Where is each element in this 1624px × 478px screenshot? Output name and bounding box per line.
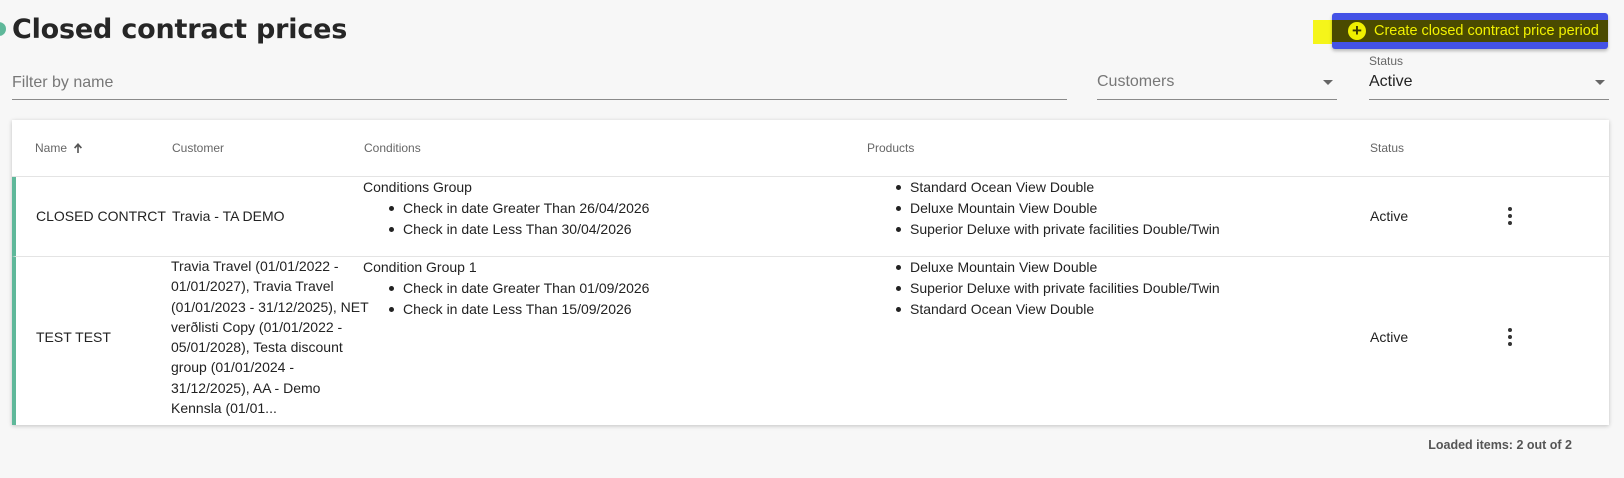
list-item: Deluxe Mountain View Double — [894, 198, 1400, 219]
column-header-conditions[interactable]: Conditions — [364, 141, 421, 155]
customer-line: 01/01/2027), Travia Travel — [171, 278, 334, 295]
column-header-customer[interactable]: Customer — [172, 141, 224, 155]
row-customer: Travia - TA DEMO — [172, 208, 285, 224]
column-header-status[interactable]: Status — [1370, 141, 1404, 155]
list-item: Check in date Greater Than 01/09/2026 — [387, 278, 863, 299]
more-vertical-icon[interactable] — [1498, 204, 1522, 228]
products-list: Deluxe Mountain View Double Superior Del… — [894, 257, 1400, 320]
table-header: Name Customer Conditions Products Status — [12, 120, 1609, 177]
create-closed-contract-price-period-button[interactable]: + Create closed contract price period — [1332, 13, 1608, 49]
column-header-name-label: Name — [35, 141, 68, 155]
condition-group-title: Conditions Group — [363, 179, 472, 195]
list-item: Check in date Less Than 30/04/2026 — [387, 219, 863, 240]
list-item: Superior Deluxe with private facilities … — [894, 278, 1400, 299]
customer-line: Travia Travel (01/01/2022 - — [171, 258, 339, 274]
plus-circle-icon: + — [1348, 22, 1366, 40]
contracts-table: Name Customer Conditions Products Status… — [12, 120, 1609, 425]
status-select-value: Active — [1369, 73, 1413, 90]
more-vertical-icon[interactable] — [1498, 325, 1522, 349]
list-item: Check in date Less Than 15/09/2026 — [387, 299, 863, 320]
condition-group-title: Condition Group 1 — [363, 259, 477, 275]
customers-select[interactable]: Customers — [1097, 62, 1337, 100]
customer-line: group (01/01/2024 - — [171, 359, 294, 376]
list-item: Deluxe Mountain View Double — [894, 257, 1400, 278]
status-select[interactable]: Active — [1369, 62, 1609, 100]
row-customer: Travia Travel (01/01/2022 - 01/01/2027),… — [171, 256, 371, 418]
row-status: Active — [1370, 208, 1409, 224]
customer-line: 05/01/2028), Testa discount — [171, 339, 343, 356]
table-row[interactable]: CLOSED CONTRCT Travia - TA DEMO Conditio… — [12, 177, 1609, 257]
filter-by-name-field — [12, 62, 1067, 100]
customer-line: (01/01/2023 - 31/12/2025), NET — [171, 298, 369, 315]
column-header-products[interactable]: Products — [867, 141, 914, 155]
arrow-up-icon — [74, 143, 83, 153]
row-status: Active — [1370, 329, 1409, 345]
customer-line: Kennsla (01/01... — [171, 400, 277, 417]
conditions-list: Check in date Greater Than 26/04/2026 Ch… — [387, 198, 863, 240]
list-item: Standard Ocean View Double — [894, 299, 1400, 320]
conditions-list: Check in date Greater Than 01/09/2026 Ch… — [387, 278, 863, 320]
customer-line: 31/12/2025), AA - Demo — [171, 379, 321, 396]
row-conditions: Condition Group 1 Check in date Greater … — [363, 257, 863, 320]
customer-line: verðlisti Copy (01/01/2022 - — [171, 318, 343, 335]
loaded-items-count: Loaded items: 2 out of 2 — [1428, 438, 1572, 452]
chevron-down-icon — [1323, 80, 1333, 85]
row-name: CLOSED CONTRCT — [36, 208, 166, 224]
row-products: Standard Ocean View Double Deluxe Mounta… — [880, 177, 1400, 240]
row-products: Deluxe Mountain View Double Superior Del… — [880, 257, 1400, 320]
filter-by-name-input[interactable] — [12, 62, 1067, 96]
row-conditions: Conditions Group Check in date Greater T… — [363, 177, 863, 240]
table-row[interactable]: TEST TEST Travia Travel (01/01/2022 - 01… — [12, 257, 1609, 425]
list-item: Check in date Greater Than 26/04/2026 — [387, 198, 863, 219]
page-title: Closed contract prices — [12, 14, 348, 45]
create-button-label: Create closed contract price period — [1374, 23, 1599, 39]
customers-select-placeholder: Customers — [1097, 73, 1175, 90]
list-item: Standard Ocean View Double — [894, 177, 1400, 198]
title-accent-dot — [0, 22, 6, 36]
products-list: Standard Ocean View Double Deluxe Mounta… — [894, 177, 1400, 240]
chevron-down-icon — [1595, 80, 1605, 85]
row-name: TEST TEST — [36, 329, 111, 345]
list-item: Superior Deluxe with private facilities … — [894, 219, 1400, 240]
column-header-name[interactable]: Name — [35, 141, 84, 155]
